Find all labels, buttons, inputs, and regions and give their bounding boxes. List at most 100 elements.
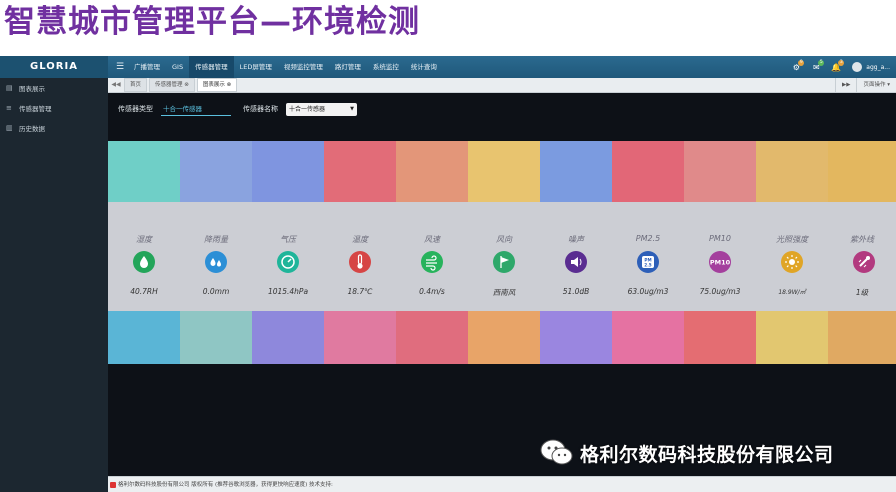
card-body: 紫外线 1级 — [828, 202, 896, 311]
sensor-card: 湿度 40.7RH — [108, 141, 180, 364]
tab-charts[interactable]: 图表展示 ⊗ — [196, 78, 238, 92]
nav-item-sensor[interactable]: 传感器管理 — [189, 56, 234, 78]
sensor-name: 降雨量 — [204, 235, 228, 244]
username[interactable]: agg_a... — [866, 64, 896, 71]
sensor-card: 气压 1015.4hPa — [252, 141, 324, 364]
sensor-value: 75.0ug/m3 — [699, 287, 741, 296]
top-navbar: GLORIA ☰ 广播管理 GIS 传感器管理 LED屏管理 视频监控管理 路灯… — [0, 56, 896, 78]
card-body: PM2.5 PM 2.5 63.0ug/m3 — [612, 202, 684, 311]
sensor-card: 风向 西南风 — [468, 141, 540, 364]
main-content: 传感器类型 十合一传感器 传感器名称 十合一传感器 ▼ 湿度 40.7RH 降雨量 0.… — [108, 93, 896, 476]
chart-icon: ▤ — [6, 84, 13, 92]
card-top-band — [612, 141, 684, 202]
card-bottom-band — [828, 311, 896, 364]
nav-item-streetlight[interactable]: 路灯管理 — [329, 56, 367, 78]
card-body: 噪声 51.0dB — [540, 202, 612, 311]
sensor-name: PM2.5 — [635, 234, 661, 243]
wechat-icon — [540, 439, 574, 467]
nav-item-gis[interactable]: GIS — [166, 56, 189, 78]
tabs-right: ▶▶ 页面操作 ▾ — [835, 78, 896, 92]
card-body: PM10 PM10 75.0ug/m3 — [684, 202, 756, 311]
main-nav: ☰ 广播管理 GIS 传感器管理 LED屏管理 视频监控管理 路灯管理 系统监控… — [112, 56, 443, 78]
sensor-value: 0.0mm — [202, 287, 230, 296]
tab-home[interactable]: 首页 — [124, 78, 148, 92]
sensor-type-field[interactable]: 十合一传感器 — [161, 103, 231, 116]
card-top-band — [828, 141, 896, 202]
sidebar-item-charts[interactable]: ▤ 图表展示 — [0, 78, 108, 98]
sidebar-item-label: 历史数据 — [19, 125, 45, 133]
mail-icon[interactable]: ✉ 5 — [806, 56, 826, 78]
sensor-card: 温度 18.7℃ — [324, 141, 396, 364]
bell-icon[interactable]: 🔔 3 — [826, 56, 846, 78]
tabs-scroll-right-icon[interactable]: ▶▶ — [835, 78, 856, 92]
settings-badge: 9 — [798, 60, 805, 66]
avatar[interactable] — [852, 62, 863, 72]
copyright-text: 格利尔数码科技股份有限公司 版权所有 (推荐谷歌浏览器，获得更快响应速度) 技术… — [118, 482, 333, 488]
watermark: 格利尔数码科技股份有限公司 — [540, 435, 834, 471]
card-body: 降雨量 0.0mm — [180, 202, 252, 311]
sensor-cards: 湿度 40.7RH 降雨量 0.0mm 气压 1015.4hPa 温度 18.7℃ 风速 0.4m… — [108, 141, 896, 364]
sensor-value: 1015.4hPa — [267, 287, 309, 296]
card-bottom-band — [612, 311, 684, 364]
sensor-type-label: 传感器类型 — [118, 105, 153, 113]
tab-bar: ◀◀ 首页 传感器管理 ⊗ 图表展示 ⊗ ▶▶ 页面操作 ▾ — [108, 78, 896, 93]
sensor-name-select[interactable]: 十合一传感器 ▼ — [286, 102, 357, 116]
card-body: 光照强度 18.9W/㎡ — [756, 202, 828, 311]
page-ops-label: 页面操作 — [863, 82, 886, 88]
wind-icon — [421, 251, 443, 273]
sensor-name: 湿度 — [136, 235, 152, 244]
sensor-name-label: 传感器名称 — [243, 105, 278, 113]
nav-item-monitor[interactable]: 系统监控 — [367, 56, 405, 78]
svg-text:PM10: PM10 — [710, 259, 731, 267]
tab-sensor-manage[interactable]: 传感器管理 ⊗ — [149, 78, 195, 92]
sensor-name-value: 十合一传感器 — [289, 105, 326, 113]
sensor-name: PM10 — [709, 234, 731, 243]
sensor-value: 1级 — [855, 288, 869, 297]
sensor-name: 噪声 — [568, 235, 584, 244]
rain-drops-icon — [205, 251, 227, 273]
card-bottom-band — [180, 311, 252, 364]
menu-toggle-icon[interactable]: ☰ — [112, 56, 128, 78]
card-body: 温度 18.7℃ — [324, 202, 396, 311]
sidebar-item-label: 传感器管理 — [19, 105, 52, 113]
page-ops-dropdown[interactable]: 页面操作 ▾ — [856, 78, 896, 92]
app-logo: GLORIA — [0, 56, 108, 78]
sensor-name: 风向 — [496, 235, 512, 244]
nav-item-stats[interactable]: 统计查询 — [405, 56, 443, 78]
close-icon[interactable]: ⊗ — [227, 82, 232, 88]
bell-badge: 3 — [838, 60, 845, 66]
sidebar-item-history[interactable]: ▥ 历史数据 — [0, 118, 108, 138]
close-icon[interactable]: ⊗ — [184, 82, 189, 88]
sidebar-item-label: 图表展示 — [19, 85, 45, 93]
card-bottom-band — [684, 311, 756, 364]
settings-gear-icon[interactable]: ⚙ 9 — [786, 56, 806, 78]
nav-item-video[interactable]: 视频监控管理 — [278, 56, 329, 78]
card-top-band — [396, 141, 468, 202]
card-bottom-band — [108, 311, 180, 364]
card-top-band — [252, 141, 324, 202]
flag-icon — [493, 251, 515, 273]
slide-title: 智慧城市管理平台—环境检测 — [4, 4, 420, 40]
card-bottom-band — [540, 311, 612, 364]
sensor-card: 降雨量 0.0mm — [180, 141, 252, 364]
card-body: 湿度 40.7RH — [108, 202, 180, 311]
pm10-icon: PM10 — [709, 251, 731, 273]
card-bottom-band — [756, 311, 828, 364]
nav-item-broadcast[interactable]: 广播管理 — [128, 56, 166, 78]
footer-text: 格利尔数码科技股份有限公司 版权所有 (推荐谷歌浏览器，获得更快响应速度) 技术… — [110, 477, 333, 492]
gauge-icon — [277, 251, 299, 273]
thermometer-icon — [349, 251, 371, 273]
card-top-band — [540, 141, 612, 202]
card-body: 风速 0.4m/s — [396, 202, 468, 311]
water-drop-icon — [133, 251, 155, 273]
nav-item-led[interactable]: LED屏管理 — [234, 56, 278, 78]
sensor-name: 温度 — [352, 235, 368, 244]
tabs-scroll-left-icon[interactable]: ◀◀ — [108, 78, 124, 92]
sidebar-item-sensors[interactable]: ≡ 传感器管理 — [0, 98, 108, 118]
filter-bar: 传感器类型 十合一传感器 传感器名称 十合一传感器 ▼ — [118, 101, 357, 117]
sensor-card: 噪声 51.0dB — [540, 141, 612, 364]
card-body: 气压 1015.4hPa — [252, 202, 324, 311]
sidebar: ▤ 图表展示 ≡ 传感器管理 ▥ 历史数据 — [0, 78, 108, 492]
sensor-name: 紫外线 — [850, 235, 874, 244]
card-bottom-band — [324, 311, 396, 364]
